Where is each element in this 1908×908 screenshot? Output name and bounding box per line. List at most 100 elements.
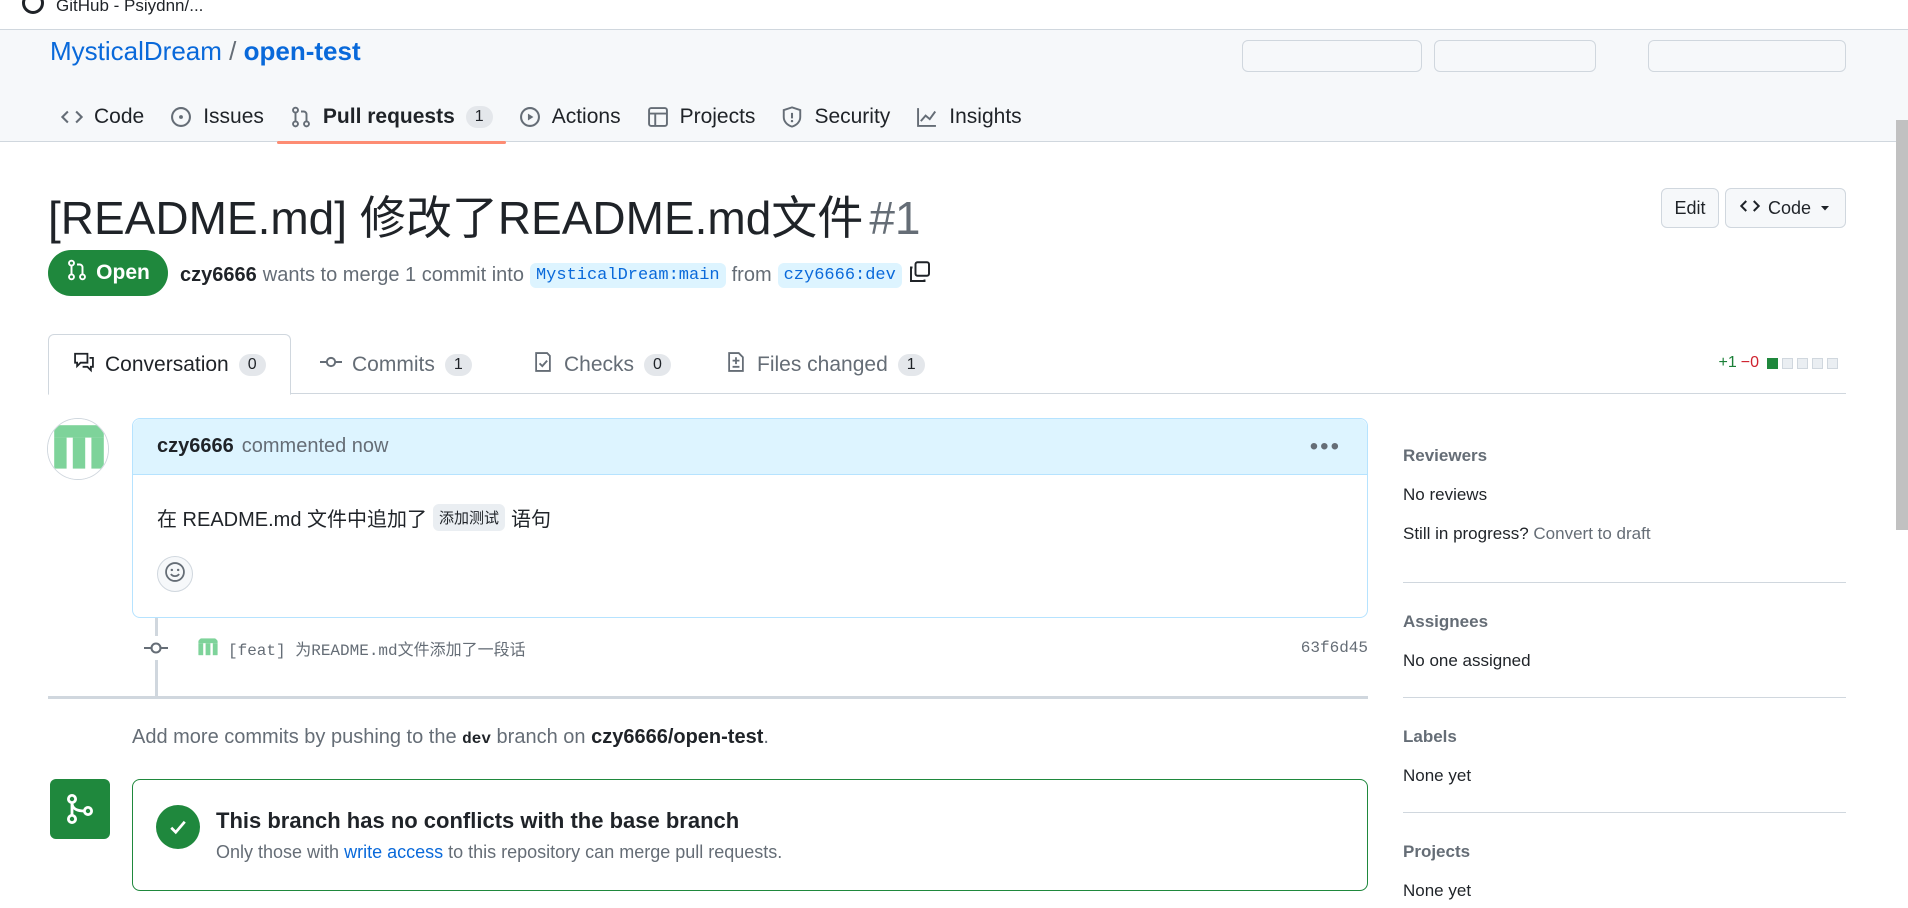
nav-issues[interactable]: Issues bbox=[157, 92, 277, 142]
tab-checks-label: Checks bbox=[564, 352, 635, 376]
commit-sha-link[interactable]: 63f6d45 bbox=[1301, 639, 1368, 657]
commit-message-link[interactable]: [feat] 为README.md文件添加了一段话 bbox=[228, 636, 526, 660]
base-branch[interactable]: MysticalDream:main bbox=[529, 262, 726, 288]
sidebar-divider bbox=[1403, 812, 1846, 813]
triangle-down-icon bbox=[1819, 198, 1831, 219]
draft-prompt: Still in progress? Convert to draft bbox=[1403, 524, 1846, 544]
play-icon bbox=[519, 106, 541, 128]
star-button[interactable] bbox=[1648, 40, 1846, 72]
sidebar-divider bbox=[1403, 697, 1846, 698]
tab-files-changed-label: Files changed bbox=[757, 352, 888, 376]
tab-conversation[interactable]: Conversation 0 bbox=[48, 334, 291, 395]
merge-status-box: This branch has no conflicts with the ba… bbox=[132, 779, 1368, 891]
edit-button[interactable]: Edit bbox=[1661, 188, 1719, 228]
tab-checks-count: 0 bbox=[644, 353, 671, 376]
edit-button-label: Edit bbox=[1674, 197, 1706, 218]
hint-repo: czy6666/open-test bbox=[591, 726, 764, 748]
merge-status-title: This branch has no conflicts with the ba… bbox=[216, 808, 740, 833]
diff-block-neutral bbox=[1812, 357, 1823, 369]
sidebar-divider bbox=[1403, 582, 1846, 583]
issue-icon bbox=[170, 106, 192, 128]
labels-heading[interactable]: Labels bbox=[1403, 727, 1846, 747]
pr-author-link[interactable]: czy6666 bbox=[180, 264, 257, 287]
github-logo-icon bbox=[22, 0, 44, 14]
pr-tabs: Conversation 0 Commits 1 Checks 0 Files … bbox=[48, 334, 1846, 395]
pr-title: [README.md] 修改了README.md文件 #1 bbox=[48, 182, 920, 248]
lines-removed: −0 bbox=[1740, 354, 1759, 371]
tab-commits-label: Commits bbox=[352, 352, 435, 376]
kebab-horizontal-icon[interactable]: ••• bbox=[1310, 433, 1341, 461]
from-text: from bbox=[731, 263, 772, 286]
copy-icon[interactable] bbox=[908, 260, 932, 290]
comment-body: 在 README.md 文件中追加了 添加测试 语句 bbox=[157, 503, 551, 532]
tab-checks[interactable]: Checks 0 bbox=[508, 334, 695, 395]
convert-to-draft-link[interactable]: Convert to draft bbox=[1533, 524, 1650, 543]
comment-text-before: 在 README.md 文件中追加了 bbox=[157, 509, 428, 531]
watch-button[interactable] bbox=[1242, 40, 1422, 72]
repo-owner-link[interactable]: MysticalDream bbox=[50, 36, 222, 66]
fork-button[interactable] bbox=[1434, 40, 1596, 72]
breadcrumb-separator: / bbox=[229, 36, 237, 66]
repo-name-link[interactable]: open-test bbox=[244, 36, 361, 66]
projects-value: None yet bbox=[1403, 881, 1472, 900]
diff-block-neutral bbox=[1827, 357, 1838, 369]
tab-files-changed-count: 1 bbox=[897, 353, 925, 376]
nav-pull-requests-label: Pull requests bbox=[322, 105, 455, 128]
graph-icon bbox=[916, 106, 938, 128]
pr-title-text: [README.md] 修改了README.md文件 bbox=[48, 192, 864, 244]
nav-actions[interactable]: Actions bbox=[506, 92, 634, 142]
comment-author[interactable]: czy6666 bbox=[157, 435, 234, 458]
tab-commits[interactable]: Commits 1 bbox=[296, 334, 496, 395]
pr-number: #1 bbox=[869, 192, 921, 244]
nav-pull-requests[interactable]: Pull requests 1 bbox=[276, 92, 506, 144]
nav-code[interactable]: Code bbox=[48, 92, 157, 142]
projects-heading[interactable]: Projects bbox=[1403, 842, 1846, 862]
pull-requests-count: 1 bbox=[465, 106, 493, 128]
avatar[interactable] bbox=[47, 418, 109, 480]
hint-suffix: . bbox=[763, 726, 769, 748]
comment-text-after: 语句 bbox=[511, 509, 552, 531]
comment-card: czy6666 commented now ••• 在 README.md 文件… bbox=[132, 418, 1368, 618]
breadcrumb: MysticalDream / open-test bbox=[50, 36, 361, 67]
table-icon bbox=[647, 106, 669, 128]
window-title: GitHub - Psiydnn/... bbox=[56, 0, 204, 15]
commit-author-avatar[interactable] bbox=[196, 636, 220, 660]
merge-sub-prefix: Only those with bbox=[216, 842, 340, 862]
diff-block-neutral bbox=[1797, 357, 1808, 369]
tab-files-changed[interactable]: Files changed 1 bbox=[701, 334, 949, 395]
nav-projects-label: Projects bbox=[679, 105, 756, 128]
nav-insights-label: Insights bbox=[949, 105, 1022, 128]
tab-conversation-label: Conversation bbox=[105, 352, 229, 376]
assignees-heading[interactable]: Assignees bbox=[1403, 612, 1846, 632]
code-button-label: Code bbox=[1767, 197, 1812, 218]
git-commit-icon bbox=[144, 636, 168, 660]
pr-meta: czy6666 wants to merge 1 commit into Mys… bbox=[180, 260, 932, 290]
hint-branch: dev bbox=[462, 730, 491, 748]
lines-added: +1 bbox=[1718, 354, 1737, 371]
repo-nav: Code Issues Pull requests 1 Actions Proj… bbox=[48, 92, 1035, 144]
nav-insights[interactable]: Insights bbox=[903, 92, 1034, 142]
pr-state-badge: Open bbox=[48, 250, 168, 296]
tab-commits-count: 1 bbox=[444, 353, 472, 376]
nav-security-label: Security bbox=[814, 105, 891, 128]
hint-middle: branch on bbox=[496, 726, 586, 748]
smiley-icon bbox=[164, 561, 186, 588]
merge-status-subtitle: Only those with write access to this rep… bbox=[216, 842, 782, 863]
nav-issues-label: Issues bbox=[203, 105, 264, 128]
nav-actions-label: Actions bbox=[551, 105, 621, 128]
tab-conversation-count: 0 bbox=[238, 353, 266, 376]
git-commit-icon bbox=[320, 351, 342, 379]
shield-icon bbox=[781, 106, 803, 128]
reviewers-heading[interactable]: Reviewers bbox=[1403, 446, 1846, 466]
code-dropdown-button[interactable]: Code bbox=[1725, 188, 1846, 228]
nav-security[interactable]: Security bbox=[768, 92, 903, 142]
write-access-link[interactable]: write access bbox=[344, 842, 443, 862]
nav-code-label: Code bbox=[94, 105, 145, 128]
pr-state-label: Open bbox=[96, 261, 150, 284]
add-reaction-button[interactable] bbox=[157, 556, 193, 592]
head-branch[interactable]: czy6666:dev bbox=[777, 262, 902, 288]
nav-projects[interactable]: Projects bbox=[634, 92, 769, 142]
scrollbar-thumb[interactable] bbox=[1896, 120, 1908, 530]
draft-question: Still in progress? bbox=[1403, 524, 1529, 543]
assignees-value: No one assigned bbox=[1403, 651, 1531, 670]
